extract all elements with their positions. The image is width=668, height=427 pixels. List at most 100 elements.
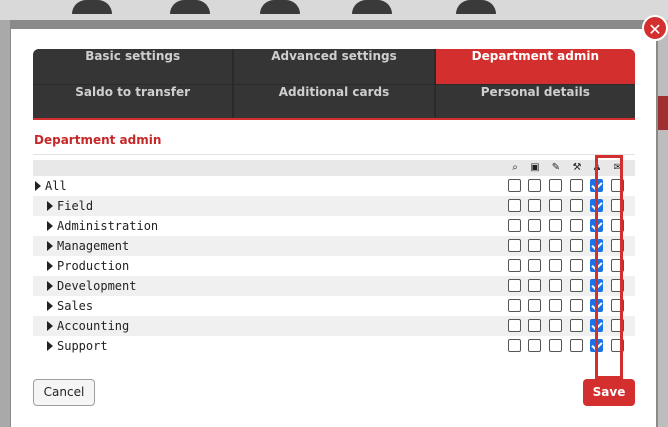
permission-checkbox[interactable] (508, 279, 521, 292)
permission-checkbox[interactable] (508, 199, 521, 212)
department-admin-dialog: Basic settings Advanced settings Departmen… (11, 29, 656, 427)
tab-saldo-to-transfer[interactable]: Saldo to transfer (33, 84, 235, 119)
background-figure (260, 0, 300, 14)
row-label: Field (57, 199, 94, 213)
expand-arrow-icon[interactable] (47, 281, 53, 291)
permission-checkbox[interactable] (508, 239, 521, 252)
permission-checkbox[interactable] (549, 199, 562, 212)
background-figure (72, 0, 112, 14)
tree-node-field[interactable]: Field (47, 199, 93, 213)
permission-checkbox[interactable] (570, 199, 583, 212)
table-row: Sales (33, 296, 635, 316)
permission-grid: ⌕ ▣ ✎ ⚒ ♟ ✉ All Field Administration Management P… (33, 160, 635, 356)
expand-arrow-icon[interactable] (47, 321, 53, 331)
permission-checkbox[interactable] (528, 279, 541, 292)
permission-checkbox[interactable] (570, 239, 583, 252)
expand-arrow-icon[interactable] (47, 341, 53, 351)
background-right-accent (658, 96, 668, 130)
permission-checkbox[interactable] (570, 279, 583, 292)
wrench-icon: ⚒ (572, 162, 582, 173)
permission-checkbox[interactable] (570, 339, 583, 352)
permission-checkbox[interactable] (528, 319, 541, 332)
permission-checkbox[interactable] (549, 319, 562, 332)
table-row: Management (33, 236, 635, 256)
tab-row-2: Saldo to transfer Additional cards Persona… (33, 84, 635, 119)
permission-checkbox[interactable] (549, 259, 562, 272)
table-row: Development (33, 276, 635, 296)
permission-checkbox[interactable] (549, 219, 562, 232)
tree-node-development[interactable]: Development (47, 279, 136, 293)
expand-arrow-icon[interactable] (47, 241, 53, 251)
permission-checkbox[interactable] (508, 179, 521, 192)
permission-checkbox[interactable] (528, 339, 541, 352)
permission-checkbox[interactable] (570, 179, 583, 192)
table-row: Support (33, 336, 635, 356)
cancel-button[interactable]: Cancel (33, 379, 95, 406)
tab-personal-details[interactable]: Personal details (435, 84, 635, 119)
table-row: Field (33, 196, 635, 216)
row-label: All (45, 179, 67, 193)
tab-additional-cards[interactable]: Additional cards (234, 84, 436, 119)
row-label: Support (57, 339, 108, 353)
tab-bar: Basic settings Advanced settings Departmen… (33, 49, 635, 119)
expand-arrow-icon[interactable] (47, 301, 53, 311)
permission-checkbox[interactable] (549, 339, 562, 352)
permission-checkbox[interactable] (570, 319, 583, 332)
table-row: All (33, 176, 635, 196)
tab-underline (33, 118, 635, 120)
permission-checkbox[interactable] (570, 299, 583, 312)
expand-arrow-icon[interactable] (47, 201, 53, 211)
image-icon: ▣ (530, 162, 540, 173)
permission-checkbox[interactable] (528, 299, 541, 312)
row-label: Production (57, 259, 130, 273)
expand-arrow-icon[interactable] (35, 181, 41, 191)
grid-header: ⌕ ▣ ✎ ⚒ ♟ ✉ (33, 160, 635, 176)
background-left-edge (0, 20, 10, 427)
tab-department-admin[interactable]: Department admin (435, 49, 635, 84)
pencil-icon: ✎ (551, 162, 561, 173)
permission-checkbox[interactable] (549, 239, 562, 252)
expand-arrow-icon[interactable] (47, 221, 53, 231)
permission-checkbox[interactable] (549, 179, 562, 192)
permission-checkbox[interactable] (508, 219, 521, 232)
section-title: Department admin (34, 133, 162, 147)
close-icon[interactable]: ✕ (642, 15, 668, 41)
row-label: Management (57, 239, 130, 253)
permission-checkbox[interactable] (528, 219, 541, 232)
permission-checkbox[interactable] (549, 279, 562, 292)
permission-checkbox[interactable] (508, 319, 521, 332)
row-label: Sales (57, 299, 94, 313)
permission-checkbox[interactable] (570, 259, 583, 272)
tree-node-production[interactable]: Production (47, 259, 129, 273)
tree-node-all[interactable]: All (35, 179, 67, 193)
highlight-box (595, 155, 623, 379)
permission-checkbox[interactable] (508, 339, 521, 352)
permission-checkbox[interactable] (508, 259, 521, 272)
expand-arrow-icon[interactable] (47, 261, 53, 271)
background-figure (170, 0, 210, 14)
search-icon: ⌕ (512, 162, 518, 173)
row-label: Administration (57, 219, 159, 233)
permission-checkbox[interactable] (528, 239, 541, 252)
tree-node-sales[interactable]: Sales (47, 299, 93, 313)
permission-checkbox[interactable] (549, 299, 562, 312)
tree-node-accounting[interactable]: Accounting (47, 319, 129, 333)
permission-checkbox[interactable] (570, 219, 583, 232)
background-figure (456, 0, 496, 14)
permission-checkbox[interactable] (528, 179, 541, 192)
permission-checkbox[interactable] (528, 259, 541, 272)
background-right-edge (658, 20, 668, 427)
row-label: Development (57, 279, 137, 293)
permission-checkbox[interactable] (508, 299, 521, 312)
permission-checkbox[interactable] (528, 199, 541, 212)
tree-node-management[interactable]: Management (47, 239, 129, 253)
tab-row-1: Basic settings Advanced settings Departmen… (33, 49, 635, 84)
background-header (0, 0, 668, 20)
tab-basic-settings[interactable]: Basic settings (33, 49, 235, 84)
tree-node-support[interactable]: Support (47, 339, 108, 353)
background-figure (352, 0, 392, 14)
save-button[interactable]: Save (583, 379, 635, 406)
section-divider (33, 154, 635, 155)
tree-node-administration[interactable]: Administration (47, 219, 158, 233)
tab-advanced-settings[interactable]: Advanced settings (234, 49, 436, 84)
